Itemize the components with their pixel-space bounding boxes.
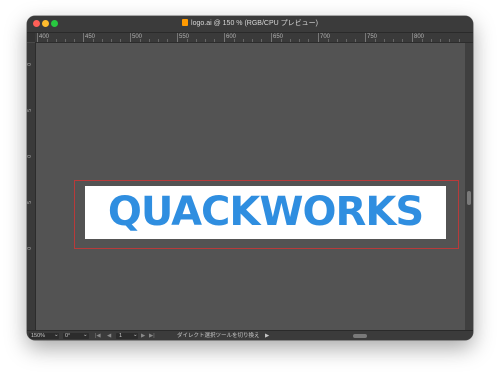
zoom-dropdown-icon[interactable]: ⌄ — [54, 330, 59, 340]
artboard[interactable]: QUACKWORKS — [85, 186, 446, 239]
canvas-area[interactable]: QUACKWORKS — [36, 43, 465, 330]
logo-text[interactable]: QUACKWORKS — [85, 186, 446, 239]
ruler-major-tick — [37, 33, 38, 42]
ruler-minor-tick — [422, 39, 423, 42]
ruler-minor-tick — [120, 39, 121, 42]
ruler-minor-tick — [346, 39, 347, 42]
document-icon — [182, 19, 189, 26]
window-title: logo.ai @ 150 % (RGB/CPU プレビュー) — [191, 20, 318, 27]
ruler-minor-tick — [187, 39, 188, 42]
ruler-major-tick — [83, 33, 84, 42]
ruler-minor-tick — [355, 39, 356, 42]
ruler-minor-tick — [449, 39, 450, 42]
ruler-major-tick — [177, 33, 178, 42]
ruler-minor-tick — [281, 39, 282, 42]
ruler-minor-tick — [205, 39, 206, 42]
first-artboard-icon[interactable]: |◀ — [95, 331, 101, 340]
vertical-scroll-thumb[interactable] — [467, 191, 471, 205]
title-bar[interactable]: logo.ai @ 150 % (RGB/CPU プレビュー) — [27, 16, 473, 33]
ruler-major-tick — [271, 33, 272, 42]
ruler-major-tick — [318, 33, 319, 42]
ruler-tick-label: 0 — [27, 155, 33, 158]
app-window: logo.ai @ 150 % (RGB/CPU プレビュー) 400 450 … — [27, 16, 473, 340]
window-title-container: logo.ai @ 150 % (RGB/CPU プレビュー) — [27, 18, 473, 29]
ruler-minor-tick — [384, 39, 385, 42]
ruler-major-tick — [130, 33, 131, 42]
ruler-minor-tick — [290, 39, 291, 42]
ruler-minor-tick — [243, 39, 244, 42]
ruler-tick-label: 5 — [27, 109, 33, 112]
horizontal-ruler[interactable]: 400 450 500 550 600 650 700 750 800 — [35, 33, 473, 43]
ruler-minor-tick — [440, 39, 441, 42]
ruler-minor-tick — [93, 39, 94, 42]
vertical-ruler[interactable]: 0 5 0 5 0 — [27, 43, 36, 330]
ruler-minor-tick — [111, 39, 112, 42]
artboard-dropdown-icon[interactable]: ⌄ — [133, 330, 138, 340]
ruler-origin[interactable] — [27, 33, 35, 42]
ruler-minor-tick — [158, 39, 159, 42]
prev-artboard-icon[interactable]: ◀ — [107, 331, 111, 340]
ruler-tick-label: 0 — [27, 247, 33, 250]
ruler-minor-tick — [375, 39, 376, 42]
ruler-minor-tick — [149, 39, 150, 42]
ruler-minor-tick — [337, 39, 338, 42]
ruler-tick-label: 5 — [27, 201, 33, 204]
rotation-value[interactable]: 0° — [65, 331, 70, 340]
ruler-minor-tick — [234, 39, 235, 42]
ruler-minor-tick — [431, 39, 432, 42]
zoom-level[interactable]: 150% — [31, 331, 45, 340]
ruler-minor-tick — [459, 39, 460, 42]
ruler-minor-tick — [299, 39, 300, 42]
ruler-minor-tick — [56, 39, 57, 42]
ruler-minor-tick — [214, 39, 215, 42]
status-menu-arrow-icon[interactable]: ▶ — [265, 331, 269, 340]
ruler-major-tick — [365, 33, 366, 42]
ruler-minor-tick — [74, 39, 75, 42]
ruler-major-tick — [412, 33, 413, 42]
artboard-number[interactable]: 1 — [119, 331, 122, 340]
last-artboard-icon[interactable]: ▶| — [149, 331, 155, 340]
ruler-minor-tick — [47, 39, 48, 42]
rotation-dropdown-icon[interactable]: ⌄ — [83, 330, 88, 340]
ruler-minor-tick — [308, 39, 309, 42]
ruler-minor-tick — [167, 39, 168, 42]
ruler-tick-label: 0 — [27, 63, 33, 66]
ruler-minor-tick — [328, 39, 329, 42]
next-artboard-icon[interactable]: ▶ — [141, 331, 145, 340]
ruler-minor-tick — [65, 39, 66, 42]
vertical-scrollbar[interactable] — [465, 43, 473, 330]
ruler-minor-tick — [393, 39, 394, 42]
horizontal-scroll-thumb[interactable] — [353, 334, 367, 338]
ruler-minor-tick — [402, 39, 403, 42]
status-bar: 150% ⌄ 0° ⌄ |◀ ◀ 1 ⌄ ▶ ▶| ダイレクト選択ツールを切り換… — [27, 330, 473, 340]
ruler-major-tick — [224, 33, 225, 42]
ruler-minor-tick — [196, 39, 197, 42]
ruler-minor-tick — [140, 39, 141, 42]
ruler-minor-tick — [102, 39, 103, 42]
status-text[interactable]: ダイレクト選択ツールを切り換え — [177, 331, 260, 340]
ruler-minor-tick — [252, 39, 253, 42]
ruler-minor-tick — [261, 39, 262, 42]
